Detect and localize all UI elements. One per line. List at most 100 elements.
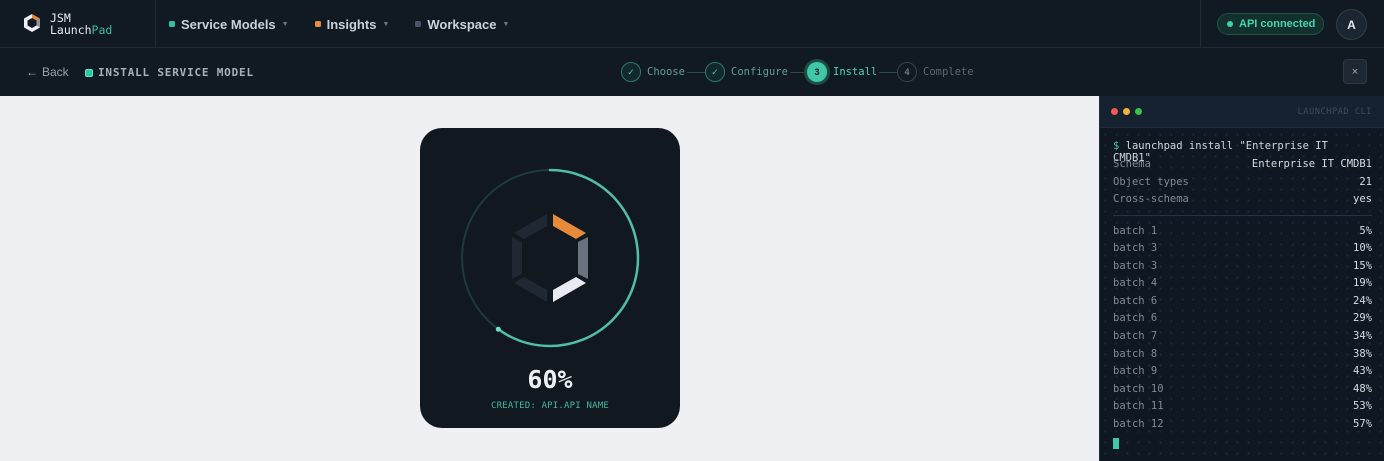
batch-name: batch 11 xyxy=(1113,400,1164,413)
batch-percent: 34% xyxy=(1353,330,1372,343)
batch-percent: 48% xyxy=(1353,382,1372,395)
user-avatar[interactable]: A xyxy=(1336,9,1367,40)
cli-key: Object types xyxy=(1113,175,1189,188)
sub-bar: ← Back INSTALL SERVICE MODEL ✓ Choose ✓ … xyxy=(0,48,1384,96)
status-dot-icon xyxy=(1227,21,1233,27)
nav-dot-icon xyxy=(169,21,175,27)
batch-name: batch 1 xyxy=(1113,224,1158,237)
nav-workspace[interactable]: Workspace ▼ xyxy=(415,17,509,32)
batch-name: batch 3 xyxy=(1113,242,1158,255)
cli-batch-row: batch 1 5% xyxy=(1113,225,1372,243)
api-status-label: API connected xyxy=(1239,18,1316,30)
cli-command-line: $ launchpad install "Enterprise IT CMDB1… xyxy=(1113,140,1372,164)
close-dot-icon[interactable] xyxy=(1111,108,1118,115)
step-install: 3 Install xyxy=(807,62,880,82)
title-dot-icon xyxy=(85,68,93,77)
step-label: Configure xyxy=(731,66,790,78)
cli-batch-row: batch 8 38% xyxy=(1113,348,1372,366)
chevron-down-icon: ▼ xyxy=(281,20,289,28)
back-button[interactable]: ← Back xyxy=(26,65,69,79)
step-choose[interactable]: ✓ Choose xyxy=(621,62,687,82)
batch-name: batch 7 xyxy=(1113,330,1158,343)
nav-dot-icon xyxy=(415,21,422,27)
step-label: Install xyxy=(833,66,880,78)
cli-divider xyxy=(1113,214,1372,216)
top-bar: JSM LaunchPad Service Models ▼ Insights … xyxy=(0,0,1384,48)
batch-name: batch 8 xyxy=(1113,347,1158,360)
cli-batch-row: batch 3 10% xyxy=(1113,242,1372,260)
chevron-down-icon: ▼ xyxy=(382,20,390,28)
launchpad-hex-icon xyxy=(512,214,588,302)
step-number: 4 xyxy=(897,62,917,82)
batch-percent: 29% xyxy=(1353,312,1372,325)
progress-caption: CREATED: API.API NAME xyxy=(491,401,609,411)
batch-name: batch 4 xyxy=(1113,277,1158,290)
install-progress-card: 60% CREATED: API.API NAME xyxy=(420,128,680,428)
main-nav: Service Models ▼ Insights ▼ Workspace ▼ xyxy=(169,0,535,48)
cli-batch-row: batch 3 15% xyxy=(1113,260,1372,278)
batch-name: batch 9 xyxy=(1113,365,1158,378)
cli-batch-row: batch 12 57% xyxy=(1113,418,1372,436)
minimize-dot-icon[interactable] xyxy=(1123,108,1130,115)
cli-batch-row: batch 6 29% xyxy=(1113,312,1372,330)
progress-ring-head xyxy=(495,326,501,332)
api-status-badge: API connected xyxy=(1217,13,1324,35)
progress-percent: 60% xyxy=(527,365,573,394)
step-label: Complete xyxy=(923,66,974,78)
cli-batch-row: batch 11 53% xyxy=(1113,400,1372,418)
batch-percent: 38% xyxy=(1353,347,1372,360)
brand-name-launch: Launch xyxy=(50,23,92,37)
cli-panel: LAUNCHPAD CLI $ launchpad install "Enter… xyxy=(1099,96,1384,461)
nav-dot-icon xyxy=(314,21,321,27)
nav-insights[interactable]: Insights ▼ xyxy=(314,16,390,32)
maximize-dot-icon[interactable] xyxy=(1135,108,1142,115)
batch-name: batch 12 xyxy=(1113,418,1164,431)
divider xyxy=(155,0,156,48)
step-connector xyxy=(788,72,808,73)
step-complete: 4 Complete xyxy=(897,62,974,82)
cli-batch-row: batch 4 19% xyxy=(1113,277,1372,295)
cli-batch-row: batch 6 24% xyxy=(1113,295,1372,313)
back-label: Back xyxy=(42,65,69,79)
batch-percent: 15% xyxy=(1353,259,1372,272)
nav-service-models[interactable]: Service Models ▼ xyxy=(169,17,289,32)
launchpad-logo-icon xyxy=(24,14,40,32)
progress-ring xyxy=(460,168,640,348)
cli-key: Schema xyxy=(1113,158,1151,170)
close-button[interactable]: × xyxy=(1343,59,1367,84)
cli-key: Cross-schema xyxy=(1113,193,1189,205)
batch-name: batch 6 xyxy=(1113,294,1158,307)
cli-batch-row: batch 7 34% xyxy=(1113,330,1372,348)
cli-batch-row: batch 9 43% xyxy=(1113,365,1372,383)
brand-name-pad: Pad xyxy=(91,23,113,37)
cli-titlebar: LAUNCHPAD CLI xyxy=(1100,96,1384,128)
batch-percent: 24% xyxy=(1353,294,1372,307)
batch-name: batch 10 xyxy=(1113,382,1164,395)
nav-label: Workspace xyxy=(427,16,497,32)
cli-summary-row: Object types 21 xyxy=(1113,176,1372,194)
step-label: Choose xyxy=(647,66,687,78)
cli-summary-row: Cross-schema yes xyxy=(1113,193,1372,211)
cli-title: LAUNCHPAD CLI xyxy=(1297,107,1372,117)
cli-summary-row: Schema Enterprise IT CMDB1 xyxy=(1113,158,1372,176)
cli-cursor xyxy=(1113,437,1119,449)
page-title: INSTALL SERVICE MODEL xyxy=(85,66,254,79)
step-connector xyxy=(877,72,897,73)
batch-percent: 43% xyxy=(1353,365,1372,378)
batch-percent: 19% xyxy=(1353,277,1372,290)
cli-value: 21 xyxy=(1359,175,1372,188)
arrow-left-icon: ← xyxy=(26,65,38,79)
step-number: 3 xyxy=(807,62,827,82)
batch-name: batch 3 xyxy=(1113,259,1158,272)
cli-batch-row: batch 10 48% xyxy=(1113,383,1372,401)
batch-percent: 5% xyxy=(1359,224,1372,237)
chevron-down-icon: ▼ xyxy=(502,20,510,28)
cli-value: yes xyxy=(1353,193,1372,205)
cli-output: $ launchpad install "Enterprise IT CMDB1… xyxy=(1113,140,1372,449)
step-configure[interactable]: ✓ Configure xyxy=(705,62,790,82)
brand-logo[interactable]: JSM LaunchPad xyxy=(22,11,112,37)
nav-label: Insights xyxy=(326,16,377,32)
checkmark-icon: ✓ xyxy=(621,62,641,82)
nav-label: Service Models xyxy=(181,16,276,32)
prompt-symbol: $ xyxy=(1113,140,1120,152)
